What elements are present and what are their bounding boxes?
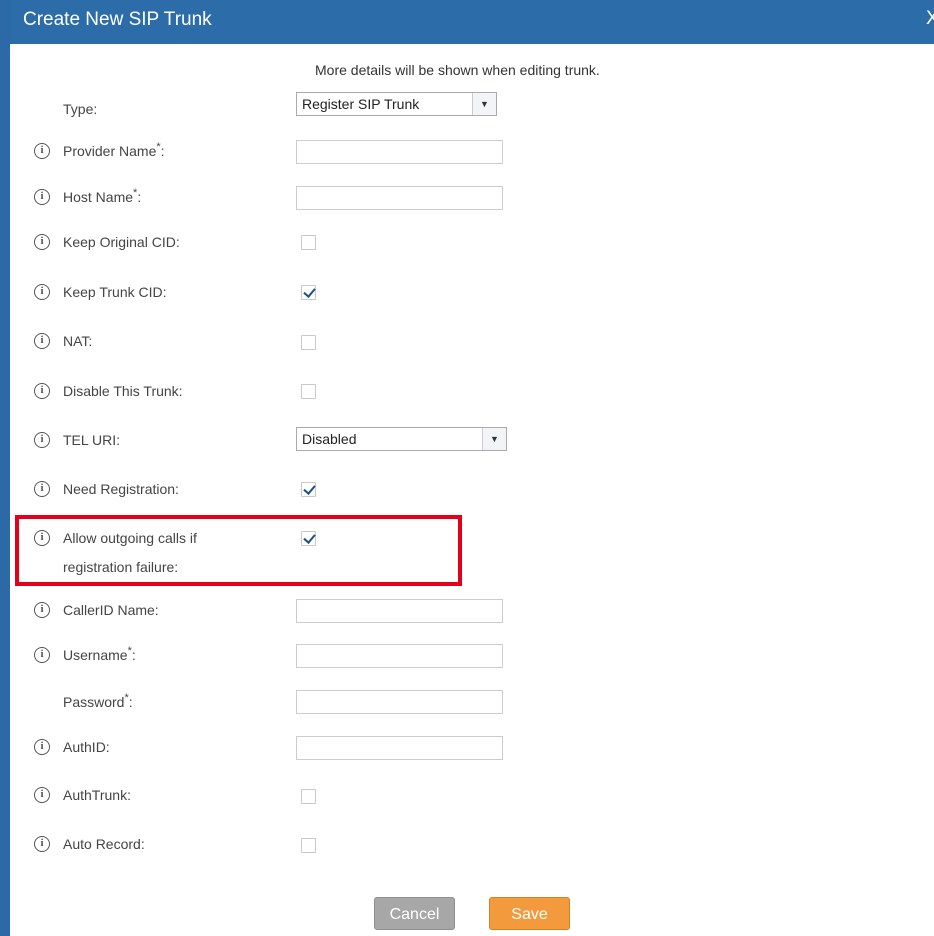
info-circle-icon[interactable]: i xyxy=(34,143,50,159)
info-circle-icon[interactable]: i xyxy=(34,284,50,300)
disable-trunk-label: Disable This Trunk: xyxy=(63,383,183,399)
info-circle-icon[interactable]: i xyxy=(34,787,50,803)
keep-trunk-cid-checkbox[interactable] xyxy=(301,285,316,300)
provider-name-input[interactable] xyxy=(296,140,503,164)
need-registration-checkbox[interactable] xyxy=(301,482,316,497)
row-provider-name: i Provider Name*: xyxy=(10,138,934,168)
row-disable-trunk: i Disable This Trunk: xyxy=(10,382,934,412)
row-keep-trunk-cid: i Keep Trunk CID: xyxy=(10,283,934,313)
auto-record-label: Auto Record: xyxy=(63,836,145,852)
save-button[interactable]: Save xyxy=(489,897,570,930)
authtrunk-checkbox[interactable] xyxy=(301,789,316,804)
authid-input[interactable] xyxy=(296,736,503,760)
row-callerid-name: i CallerID Name: xyxy=(10,597,934,627)
dialog-titlebar: Create New SIP Trunk X xyxy=(10,0,934,44)
password-label: Password*: xyxy=(63,692,133,710)
row-nat: i NAT: xyxy=(10,332,934,362)
info-circle-icon[interactable]: i xyxy=(34,739,50,755)
row-authid: i AuthID: xyxy=(10,734,934,764)
chevron-down-icon: ▼ xyxy=(472,93,496,115)
info-circle-icon[interactable]: i xyxy=(34,481,50,497)
type-select[interactable]: Register SIP Trunk ▼ xyxy=(296,92,497,116)
cancel-button[interactable]: Cancel xyxy=(374,897,455,930)
dialog-title: Create New SIP Trunk xyxy=(23,9,212,30)
type-label: Type: xyxy=(63,101,98,117)
keep-original-cid-label: Keep Original CID: xyxy=(63,234,180,250)
username-label: Username*: xyxy=(63,645,136,663)
disable-trunk-checkbox[interactable] xyxy=(301,384,316,399)
chevron-down-icon: ▼ xyxy=(482,428,506,450)
callerid-name-label: CallerID Name: xyxy=(63,602,159,618)
row-tel-uri: i TEL URI: Disabled ▼ xyxy=(10,427,934,457)
tel-uri-select-value: Disabled xyxy=(302,431,357,447)
row-keep-original-cid: i Keep Original CID: xyxy=(10,233,934,263)
authtrunk-label: AuthTrunk: xyxy=(63,787,131,803)
tel-uri-select[interactable]: Disabled ▼ xyxy=(296,427,507,451)
row-host-name: i Host Name*: xyxy=(10,184,934,214)
nat-label: NAT: xyxy=(63,333,93,349)
nat-checkbox[interactable] xyxy=(301,335,316,350)
create-sip-trunk-dialog: Create New SIP Trunk X More details will… xyxy=(0,0,934,936)
tel-uri-label: TEL URI: xyxy=(63,432,121,448)
provider-name-label: Provider Name*: xyxy=(63,141,165,159)
info-circle-icon[interactable]: i xyxy=(34,333,50,349)
row-type: Type: Register SIP Trunk ▼ xyxy=(10,92,934,122)
keep-trunk-cid-label: Keep Trunk CID: xyxy=(63,284,167,300)
auto-record-checkbox[interactable] xyxy=(301,838,316,853)
type-select-value: Register SIP Trunk xyxy=(302,96,420,112)
callerid-name-input[interactable] xyxy=(296,599,503,623)
row-username: i Username*: xyxy=(10,642,934,672)
dialog-left-border xyxy=(0,0,10,936)
info-circle-icon[interactable]: i xyxy=(34,432,50,448)
close-icon[interactable]: X xyxy=(926,8,934,30)
host-name-label: Host Name*: xyxy=(63,187,142,205)
info-circle-icon[interactable]: i xyxy=(34,383,50,399)
info-circle-icon[interactable]: i xyxy=(34,234,50,250)
password-input[interactable] xyxy=(296,690,503,714)
username-input[interactable] xyxy=(296,644,503,668)
authid-label: AuthID: xyxy=(63,739,110,755)
row-need-registration: i Need Registration: xyxy=(10,480,934,510)
row-password: Password*: xyxy=(10,688,934,718)
info-circle-icon[interactable]: i xyxy=(34,836,50,852)
host-name-input[interactable] xyxy=(296,186,503,210)
need-registration-label: Need Registration: xyxy=(63,481,179,497)
row-auto-record: i Auto Record: xyxy=(10,835,934,865)
highlight-box xyxy=(15,515,462,586)
hint-text: More details will be shown when editing … xyxy=(315,62,600,78)
info-circle-icon[interactable]: i xyxy=(34,647,50,663)
keep-original-cid-checkbox[interactable] xyxy=(301,235,316,250)
info-circle-icon[interactable]: i xyxy=(34,602,50,618)
row-authtrunk: i AuthTrunk: xyxy=(10,786,934,816)
info-circle-icon[interactable]: i xyxy=(34,189,50,205)
